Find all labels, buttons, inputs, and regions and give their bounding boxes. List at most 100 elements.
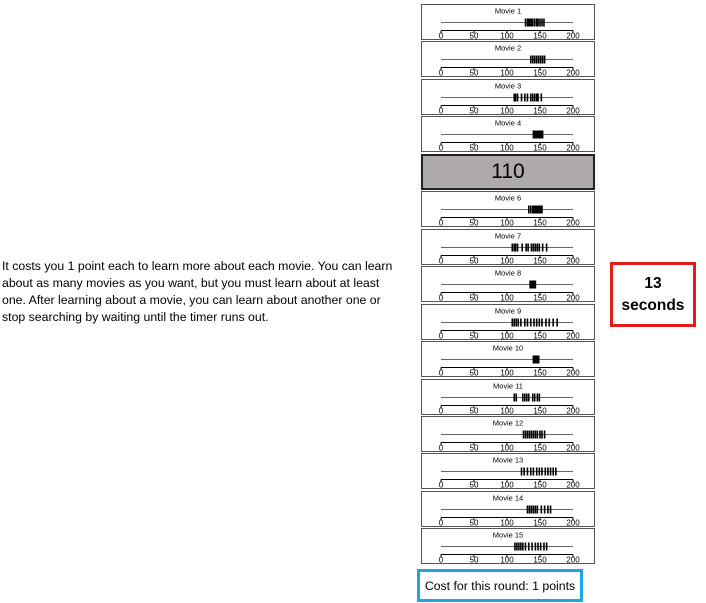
movie-title: Movie 3 <box>495 82 521 91</box>
rating-mark <box>524 430 527 439</box>
rating-histogram: Movie 14 0 50 100 150 200 <box>439 494 580 527</box>
instructions-text: It costs you 1 point each to learn more … <box>2 259 393 324</box>
rating-mark <box>522 430 525 439</box>
rating-mark <box>540 505 543 514</box>
rating-mark <box>520 93 523 102</box>
axis-tick-label: 50 <box>470 368 479 376</box>
rating-mark <box>531 93 534 102</box>
rating-mark <box>555 467 557 476</box>
rating-mark <box>531 18 534 27</box>
rating-mark <box>526 467 529 476</box>
axis-tick-label: 100 <box>500 406 514 414</box>
axis-tick-label: 50 <box>470 106 479 114</box>
rating-mark <box>545 318 547 327</box>
movie-card[interactable]: 110 <box>421 154 595 190</box>
rating-mark <box>534 430 537 439</box>
movie-card[interactable]: Movie 1 0 50 100 150 200 <box>421 4 595 40</box>
rating-mark <box>524 542 527 551</box>
movie-card[interactable]: Movie 11 0 50 100 150 200 <box>421 379 595 415</box>
rating-mark <box>527 393 530 402</box>
axis-tick-label: 200 <box>566 555 580 563</box>
rating-mark <box>539 55 542 64</box>
axis-tick-label: 50 <box>470 68 479 76</box>
rating-mark <box>514 93 517 102</box>
rating-mark <box>527 542 530 551</box>
rating-mark <box>514 243 517 252</box>
movie-title: Movie 6 <box>495 194 521 203</box>
rating-mark <box>533 18 536 27</box>
rating-mark <box>533 393 536 402</box>
movie-card[interactable]: Movie 8 0 50 100 150 200 <box>421 266 595 302</box>
movie-title: Movie 2 <box>495 44 521 53</box>
axis-tick-label: 0 <box>439 31 444 39</box>
movie-card[interactable]: Movie 4 0 50 100 150 200 <box>421 116 595 152</box>
rating-mark <box>534 505 537 514</box>
rating-mark <box>513 393 516 402</box>
rating-histogram: Movie 1 0 50 100 150 200 <box>439 7 580 40</box>
rating-mark <box>532 467 535 476</box>
movie-title: Movie 9 <box>495 307 521 316</box>
rating-mark <box>531 55 534 64</box>
rating-mark <box>539 430 541 439</box>
movie-title: Movie 8 <box>495 269 521 278</box>
rating-mark <box>536 243 539 252</box>
rating-mark <box>524 318 526 327</box>
rating-mark <box>525 243 527 252</box>
axis-tick-label: 0 <box>439 406 444 414</box>
axis-tick-label: 100 <box>500 443 514 451</box>
axis-tick-label: 50 <box>470 518 479 526</box>
rating-mark <box>524 93 526 102</box>
axis-tick-label: 150 <box>533 368 547 376</box>
rating-mark <box>527 205 530 214</box>
movie-card[interactable]: Movie 14 0 50 100 150 200 <box>421 491 595 527</box>
movie-title: Movie 13 <box>493 456 523 465</box>
movie-title: Movie 15 <box>493 531 523 540</box>
rating-mark <box>543 430 546 439</box>
countdown-timer: 13 seconds <box>610 262 696 327</box>
movie-card[interactable]: Movie 12 0 50 100 150 200 <box>421 416 595 452</box>
rating-mark <box>518 542 520 551</box>
rating-mark <box>541 467 543 476</box>
rating-histogram: Movie 13 0 50 100 150 200 <box>439 456 580 489</box>
round-cost-label: Cost for this round: 1 points <box>424 578 576 593</box>
rating-mark <box>556 318 558 327</box>
movie-card[interactable]: Movie 7 0 50 100 150 200 <box>421 229 595 265</box>
rating-mark <box>536 393 539 402</box>
rating-mark <box>545 243 548 252</box>
movie-card[interactable]: Movie 2 0 50 100 150 200 <box>421 41 595 77</box>
axis-tick-label: 200 <box>566 443 580 451</box>
rating-mark <box>541 318 543 327</box>
rating-mark <box>531 542 533 551</box>
axis-tick-label: 100 <box>500 331 514 339</box>
rating-mark <box>530 430 533 439</box>
rating-mark <box>535 467 538 476</box>
axis-tick-label: 100 <box>500 218 514 226</box>
axis-tick-label: 200 <box>566 256 580 264</box>
axis-tick-label: 200 <box>566 518 580 526</box>
rating-mark <box>515 393 518 402</box>
rating-mark <box>526 318 529 327</box>
movie-card[interactable]: Movie 13 0 50 100 150 200 <box>421 453 595 489</box>
rating-mark <box>538 243 541 252</box>
axis-tick-label: 100 <box>500 518 514 526</box>
movie-card[interactable]: Movie 9 0 50 100 150 200 <box>421 304 595 340</box>
rating-mark <box>521 243 523 252</box>
axis-tick-label: 100 <box>500 480 514 488</box>
axis-tick-label: 100 <box>500 555 514 563</box>
rating-mark <box>541 130 544 139</box>
axis-tick-label: 0 <box>439 555 444 563</box>
movie-card[interactable]: Movie 6 0 50 100 150 200 <box>421 191 595 227</box>
rating-mark <box>536 430 539 439</box>
axis-tick-label: 0 <box>439 218 444 226</box>
movie-card[interactable]: Movie 15 0 50 100 150 200 <box>421 528 595 564</box>
axis-tick-label: 150 <box>533 480 547 488</box>
rating-mark <box>539 542 542 551</box>
rating-mark <box>552 467 554 476</box>
movie-card[interactable]: Movie 3 0 50 100 150 200 <box>421 79 595 115</box>
rating-mark <box>543 55 546 64</box>
axis-tick-label: 200 <box>566 368 580 376</box>
axis-tick-label: 50 <box>470 555 479 563</box>
rating-histogram: Movie 8 0 50 100 150 200 <box>439 269 580 302</box>
movie-card[interactable]: Movie 10 0 50 100 150 200 <box>421 341 595 377</box>
rating-histogram: Movie 10 0 50 100 150 200 <box>439 344 580 377</box>
